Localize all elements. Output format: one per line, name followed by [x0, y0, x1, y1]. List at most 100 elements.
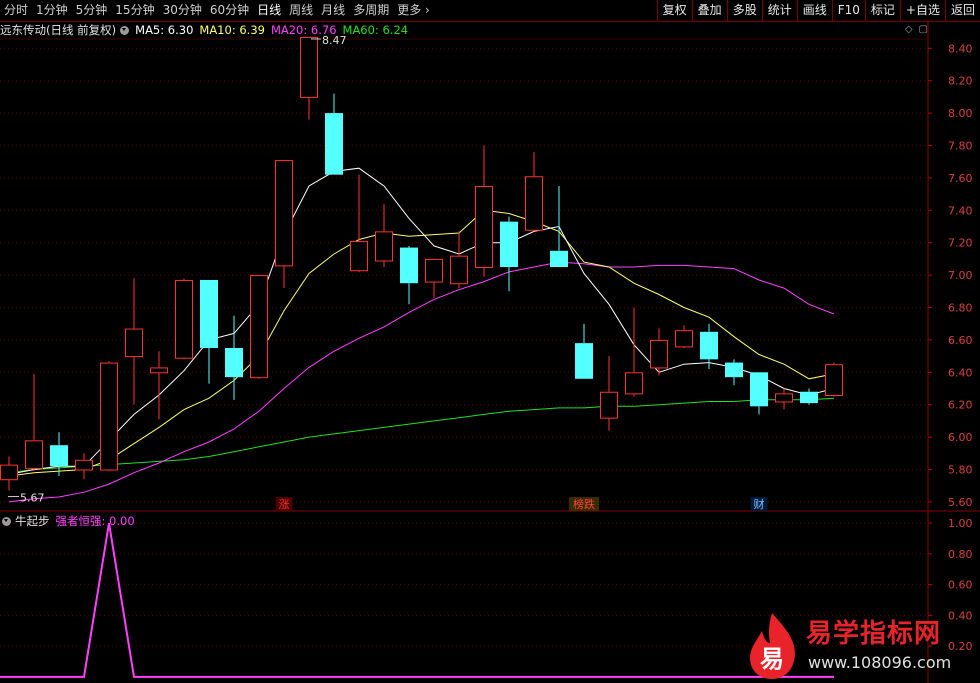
y-tick-label: 6.20 [948, 399, 973, 412]
candle-body [525, 176, 543, 231]
candle [175, 278, 193, 360]
dropdown-circle-icon[interactable] [2, 516, 11, 526]
candle [25, 373, 43, 472]
candle-body [200, 279, 218, 348]
candle-body [450, 255, 468, 285]
ma20-line [8, 261, 835, 503]
candle [425, 258, 443, 298]
sub-y-tick-label: 0.60 [948, 579, 973, 592]
y-tick-label: 8.00 [948, 107, 973, 120]
candle [150, 351, 168, 420]
candle-body [125, 328, 143, 358]
candle-body [825, 364, 843, 396]
candle [700, 323, 718, 370]
sub-y-tick-label: 0.80 [948, 548, 973, 561]
logo-char: 易 [760, 645, 784, 673]
candle [200, 279, 218, 384]
candle [375, 203, 393, 267]
candle-body [700, 331, 718, 360]
candle-body [150, 367, 168, 374]
candle-body [25, 440, 43, 469]
candle-body [275, 160, 293, 267]
candle-body [0, 464, 18, 481]
candle-body [100, 362, 118, 471]
event-tag-2: 财 [754, 497, 765, 511]
y-tick-label: 7.20 [948, 237, 973, 250]
candle-body [750, 372, 768, 407]
candle-body [800, 391, 818, 404]
candle [350, 174, 368, 272]
y-tick-label: 6.80 [948, 302, 973, 315]
y-tick-label: 7.60 [948, 172, 973, 185]
y-tick-label: 8.20 [948, 75, 973, 88]
candle [125, 278, 143, 405]
candle [800, 388, 818, 405]
candle [725, 359, 743, 386]
candle [225, 315, 243, 400]
y-tick-label: 7.40 [948, 204, 973, 217]
candle [400, 245, 418, 305]
candle-body [75, 459, 93, 471]
candle [100, 360, 118, 472]
candle [750, 372, 768, 415]
candle-body [250, 275, 268, 379]
y-tick-label: 6.00 [948, 431, 973, 444]
candle [450, 231, 468, 289]
candle [825, 362, 843, 397]
candle-body [725, 362, 743, 378]
candle [600, 356, 618, 431]
candle-body [425, 258, 443, 283]
low-price-label: 5.67 [20, 492, 45, 505]
ma60-line [8, 397, 835, 474]
candle-body [300, 36, 318, 98]
candle [300, 36, 318, 120]
high-price-label: 8.47 [322, 34, 347, 47]
event-tag-1: 榜跌 [573, 497, 595, 511]
candle [675, 325, 693, 348]
watermark-url: www.108096.com [808, 653, 952, 672]
watermark-title: 易学指标网 [806, 619, 942, 649]
y-tick-label: 6.40 [948, 366, 973, 379]
candle [475, 145, 493, 277]
event-tag-0: 涨 [279, 498, 290, 511]
candle-body [675, 330, 693, 348]
sub-title[interactable]: 牛起步 [15, 513, 50, 529]
candle-body [650, 339, 668, 369]
candle [525, 151, 543, 232]
candle-body [400, 247, 418, 284]
y-tick-label: 7.80 [948, 140, 973, 153]
candle [650, 328, 668, 376]
candle-body [325, 113, 343, 175]
candle [0, 456, 18, 491]
candle-body [475, 186, 493, 268]
y-tick-label: 5.80 [948, 464, 973, 477]
candle [250, 275, 268, 379]
flame-logo-icon: 易 [750, 613, 795, 679]
candle-body [600, 391, 618, 419]
sub-indicator-line [0, 522, 834, 678]
candle-body [625, 372, 643, 395]
sub-indicator-label: 强者恒强: 0.00 [55, 514, 135, 528]
ma5-line [8, 167, 835, 475]
candle [575, 323, 593, 379]
y-tick-label: 7.00 [948, 269, 973, 282]
y-tick-label: 5.60 [948, 496, 973, 509]
y-tick-label: 6.60 [948, 334, 973, 347]
candle-body [225, 348, 243, 378]
candle-body [175, 279, 193, 359]
candle [75, 453, 93, 480]
y-tick-label: 8.40 [948, 42, 973, 55]
candle [275, 160, 293, 289]
sub-legend: 牛起步 强者恒强: 0.00 [0, 513, 135, 529]
candle-body [550, 250, 568, 267]
candle-body [775, 393, 793, 403]
candle-body [575, 343, 593, 379]
candle-body [50, 445, 68, 467]
candle [500, 216, 518, 292]
sub-y-tick-label: 1.00 [948, 517, 973, 530]
candle [325, 93, 343, 175]
candle [550, 186, 568, 267]
candle-body [500, 221, 518, 267]
kline-chart[interactable]: 8.40 8.20 8.00 7.80 7.60 7.40 7.20 7.00 6.80 6.60… [0, 0, 980, 683]
candle-body [350, 241, 368, 272]
